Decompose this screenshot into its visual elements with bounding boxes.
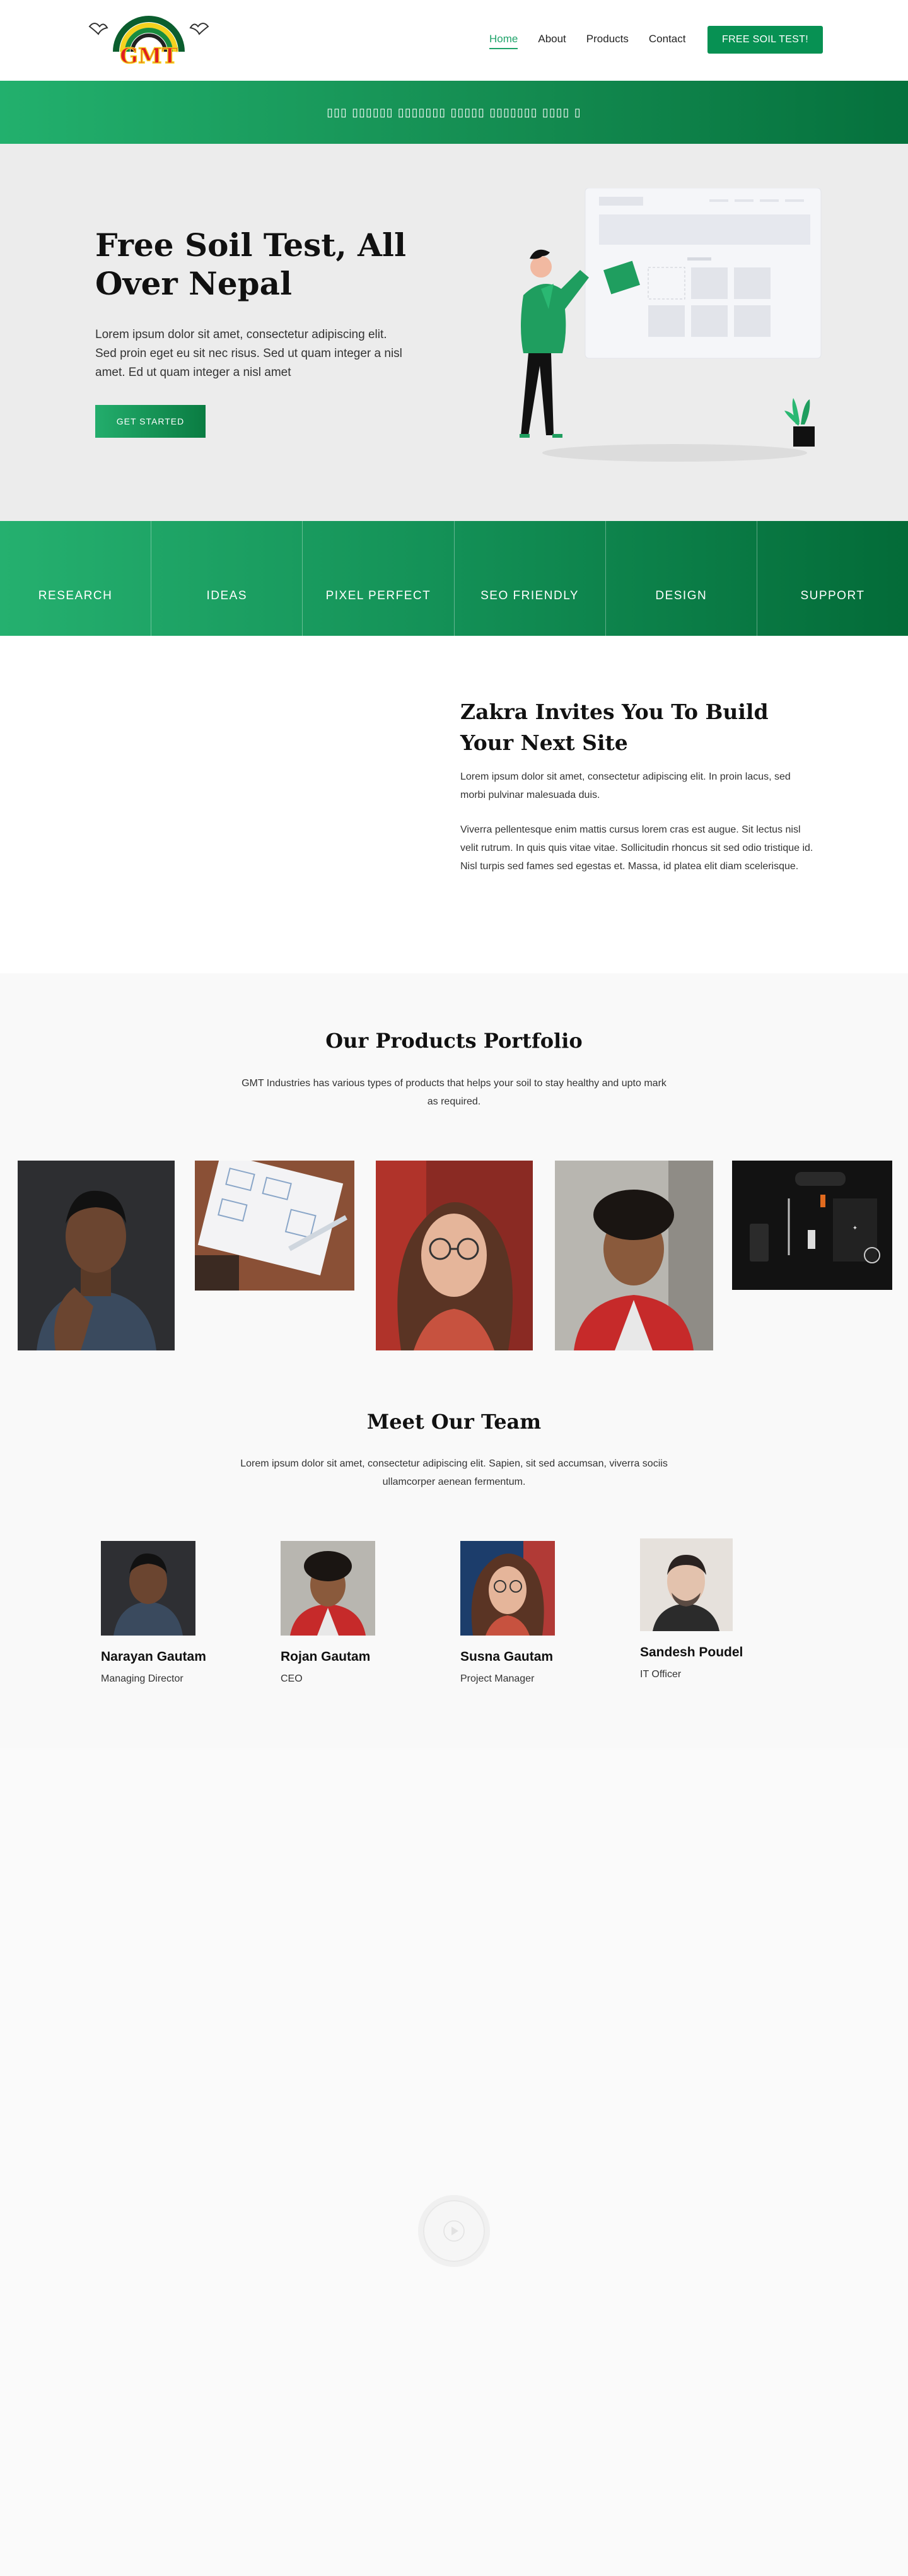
play-icon bbox=[443, 2220, 465, 2242]
invite-section: Zakra Invites You To Build Your Next Sit… bbox=[0, 636, 908, 973]
svg-text:✦: ✦ bbox=[853, 1225, 858, 1232]
team-title: Meet Our Team bbox=[366, 1410, 542, 1434]
portfolio-title: Our Products Portfolio bbox=[325, 1029, 583, 1053]
feature-seo-friendly[interactable]: SEO FRIENDLY bbox=[455, 521, 606, 636]
banner-text: ▯▯▯ ▯▯▯▯▯▯ ▯▯▯▯▯▯▯ ▯▯▯▯▯ ▯▯▯▯▯▯▯ ▯▯▯▯ ▯ bbox=[327, 105, 581, 119]
main-menu: Home About Products Contact bbox=[489, 33, 706, 49]
hero-title: Free Soil Test, All Over Nepal bbox=[95, 226, 406, 302]
play-button[interactable] bbox=[423, 2200, 485, 2262]
invite-title: Zakra Invites You To Build Your Next Sit… bbox=[460, 700, 769, 755]
team-member-name: Susna Gautam bbox=[460, 1649, 554, 1664]
portfolio-subtitle: GMT Industries has various types of prod… bbox=[242, 1078, 666, 1107]
avatar bbox=[460, 1541, 555, 1636]
feature-strip: RESEARCH IDEAS PIXEL PERFECT SEO FRIENDL… bbox=[0, 521, 908, 636]
gmt-logo[interactable]: GMT bbox=[86, 8, 212, 73]
hero-illustration bbox=[520, 188, 822, 462]
portfolio-image-notebook[interactable] bbox=[195, 1161, 354, 1291]
team-member-name: Rojan Gautam bbox=[281, 1649, 371, 1664]
avatar bbox=[640, 1538, 733, 1631]
portfolio-image-man[interactable] bbox=[18, 1161, 175, 1350]
portfolio-image-flatlay[interactable]: ✦ bbox=[732, 1161, 892, 1290]
site-header: GMT Home About Products Contact FREE SOI… bbox=[0, 0, 908, 81]
portfolio-section: Our Products Portfolio GMT Industries ha… bbox=[0, 973, 908, 1748]
hero-section: Free Soil Test, All Over Nepal Lorem ips… bbox=[0, 144, 908, 521]
announcement-banner: ▯▯▯ ▯▯▯▯▯▯ ▯▯▯▯▯▯▯ ▯▯▯▯▯ ▯▯▯▯▯▯▯ ▯▯▯▯ ▯ bbox=[0, 81, 908, 144]
team-member-role: Project Manager bbox=[460, 1673, 535, 1684]
feature-research[interactable]: RESEARCH bbox=[0, 521, 152, 636]
avatar bbox=[101, 1541, 195, 1636]
feature-support[interactable]: SUPPORT bbox=[757, 521, 908, 636]
invite-paragraph-1: Lorem ipsum dolor sit amet, consectetur … bbox=[460, 771, 791, 800]
get-started-button[interactable]: GET STARTED bbox=[95, 405, 206, 438]
team-member-role: CEO bbox=[281, 1673, 303, 1684]
portfolio-image-woman-glasses[interactable] bbox=[376, 1161, 533, 1350]
team-member-card[interactable]: Susna Gautam Project Manager bbox=[460, 1541, 605, 1685]
nav-about[interactable]: About bbox=[538, 33, 566, 49]
feature-design[interactable]: DESIGN bbox=[606, 521, 757, 636]
nav-home[interactable]: Home bbox=[489, 33, 518, 49]
team-member-role: IT Officer bbox=[640, 1669, 682, 1680]
logo-text: GMT bbox=[120, 44, 178, 69]
video-section bbox=[0, 1748, 908, 2576]
nav-products[interactable]: Products bbox=[586, 33, 629, 49]
team-member-card[interactable]: Sandesh Poudel IT Officer bbox=[640, 1538, 785, 1680]
team-subtitle: Lorem ipsum dolor sit amet, consectetur … bbox=[240, 1458, 668, 1487]
hero-text: Lorem ipsum dolor sit amet, consectetur … bbox=[95, 328, 402, 379]
team-member-card[interactable]: Narayan Gautam Managing Director bbox=[101, 1541, 246, 1685]
team-member-role: Managing Director bbox=[101, 1673, 183, 1684]
feature-ideas[interactable]: IDEAS bbox=[151, 521, 303, 636]
free-soil-test-button[interactable]: FREE SOIL TEST! bbox=[707, 26, 823, 54]
team-member-name: Sandesh Poudel bbox=[640, 1645, 743, 1660]
portfolio-image-young-man[interactable] bbox=[555, 1161, 713, 1350]
feature-pixel-perfect[interactable]: PIXEL PERFECT bbox=[303, 521, 455, 636]
avatar bbox=[281, 1541, 375, 1636]
team-member-name: Narayan Gautam bbox=[101, 1649, 206, 1664]
nav-contact[interactable]: Contact bbox=[649, 33, 686, 49]
invite-paragraph-2: Viverra pellentesque enim mattis cursus … bbox=[460, 824, 813, 872]
team-member-card[interactable]: Rojan Gautam CEO bbox=[281, 1541, 426, 1685]
